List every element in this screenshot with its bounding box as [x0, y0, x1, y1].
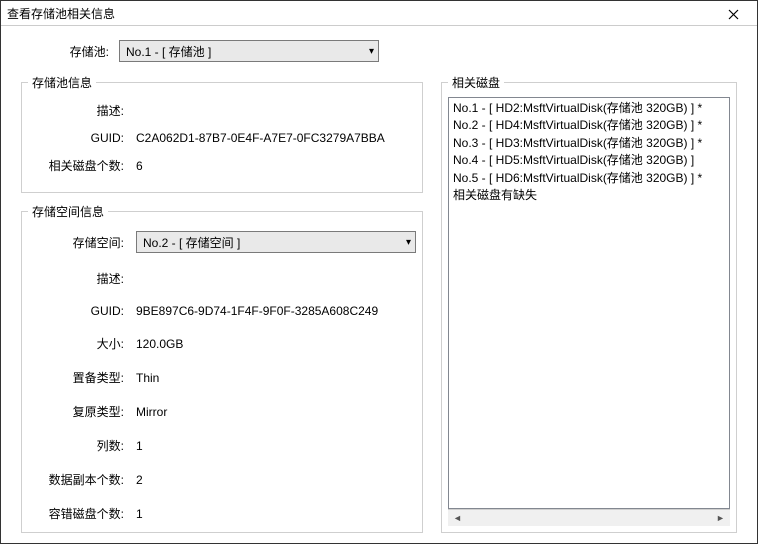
pool-guid-row: GUID: C2A062D1-87B7-0E4F-A7E7-0FC3279A7B… — [28, 131, 416, 145]
space-guid-value: 9BE897C6-9D74-1F4F-9F0F-3285A608C249 — [136, 304, 416, 318]
space-combo[interactable]: No.2 - [ 存储空间 ] ▾ — [136, 231, 416, 253]
space-size-row: 大小: 120.0GB — [28, 335, 416, 352]
pool-desc-row: 描述: — [28, 102, 416, 119]
list-item[interactable]: No.3 - [ HD3:MsftVirtualDisk(存储池 320GB) … — [453, 135, 725, 152]
pool-diskcount-label: 相关磁盘个数: — [28, 157, 136, 174]
space-info-legend: 存储空间信息 — [28, 203, 108, 220]
chevron-down-icon: ▾ — [369, 46, 374, 57]
pool-guid-value: C2A062D1-87B7-0E4F-A7E7-0FC3279A7BBA — [136, 131, 416, 145]
space-copies-row: 数据副本个数: 2 — [28, 471, 416, 488]
disks-footer-note: 相关磁盘有缺失 — [453, 187, 725, 204]
space-combo-value: No.2 - [ 存储空间 ] — [143, 234, 240, 251]
window-title: 查看存储池相关信息 — [7, 5, 115, 22]
space-provision-value: Thin — [136, 371, 416, 385]
space-size-value: 120.0GB — [136, 337, 416, 351]
space-tolerance-value: 1 — [136, 507, 416, 521]
space-guid-row: GUID: 9BE897C6-9D74-1F4F-9F0F-3285A608C2… — [28, 304, 416, 318]
pool-diskcount-row: 相关磁盘个数: 6 — [28, 157, 416, 174]
dialog-body: 存储池: No.1 - [ 存储池 ] ▾ 存储池信息 描述: GUID: C2… — [1, 26, 757, 543]
disks-group: 相关磁盘 No.1 - [ HD2:MsftVirtualDisk(存储池 32… — [441, 74, 737, 533]
pool-selector-row: 存储池: No.1 - [ 存储池 ] ▾ — [21, 40, 737, 62]
space-columns-row: 列数: 1 — [28, 437, 416, 454]
pool-guid-label: GUID: — [28, 131, 136, 145]
space-columns-label: 列数: — [28, 437, 136, 454]
pool-combo[interactable]: No.1 - [ 存储池 ] ▾ — [119, 40, 379, 62]
horizontal-scrollbar[interactable]: ◄ ► — [448, 509, 730, 526]
space-provision-row: 置备类型: Thin — [28, 369, 416, 386]
pool-desc-label: 描述: — [28, 102, 136, 119]
left-column: 存储池信息 描述: GUID: C2A062D1-87B7-0E4F-A7E7-… — [21, 74, 423, 533]
space-resiliency-value: Mirror — [136, 405, 416, 419]
space-resiliency-label: 复原类型: — [28, 403, 136, 420]
space-columns-value: 1 — [136, 439, 416, 453]
space-tolerance-label: 容错磁盘个数: — [28, 505, 136, 522]
list-item[interactable]: No.1 - [ HD2:MsftVirtualDisk(存储池 320GB) … — [453, 100, 725, 117]
pool-info-group: 存储池信息 描述: GUID: C2A062D1-87B7-0E4F-A7E7-… — [21, 74, 423, 193]
list-item[interactable]: No.4 - [ HD5:MsftVirtualDisk(存储池 320GB) … — [453, 152, 725, 169]
space-info-group: 存储空间信息 存储空间: No.2 - [ 存储空间 ] ▾ 描述: — [21, 203, 423, 533]
scroll-left-arrow-icon[interactable]: ◄ — [450, 512, 465, 525]
chevron-down-icon: ▾ — [406, 237, 411, 248]
space-selector-label: 存储空间: — [28, 234, 136, 251]
scroll-right-arrow-icon[interactable]: ► — [713, 512, 728, 525]
close-icon — [728, 7, 739, 23]
space-tolerance-row: 容错磁盘个数: 1 — [28, 505, 416, 522]
close-button[interactable] — [713, 1, 753, 28]
space-copies-value: 2 — [136, 473, 416, 487]
space-copies-label: 数据副本个数: — [28, 471, 136, 488]
pool-selector-label: 存储池: — [25, 43, 119, 60]
content-columns: 存储池信息 描述: GUID: C2A062D1-87B7-0E4F-A7E7-… — [21, 74, 737, 533]
list-item[interactable]: No.2 - [ HD4:MsftVirtualDisk(存储池 320GB) … — [453, 117, 725, 134]
space-resiliency-row: 复原类型: Mirror — [28, 403, 416, 420]
space-desc-row: 描述: — [28, 270, 416, 287]
space-selector-row: 存储空间: No.2 - [ 存储空间 ] ▾ — [28, 231, 416, 253]
disks-listbox[interactable]: No.1 - [ HD2:MsftVirtualDisk(存储池 320GB) … — [448, 97, 730, 509]
list-item[interactable]: No.5 - [ HD6:MsftVirtualDisk(存储池 320GB) … — [453, 170, 725, 187]
space-desc-label: 描述: — [28, 270, 136, 287]
right-column: 相关磁盘 No.1 - [ HD2:MsftVirtualDisk(存储池 32… — [441, 74, 737, 533]
pool-combo-value: No.1 - [ 存储池 ] — [126, 43, 211, 60]
pool-diskcount-value: 6 — [136, 159, 416, 173]
space-guid-label: GUID: — [28, 304, 136, 318]
titlebar: 查看存储池相关信息 — [1, 1, 757, 26]
disks-legend: 相关磁盘 — [448, 74, 504, 91]
space-provision-label: 置备类型: — [28, 369, 136, 386]
dialog-window: 查看存储池相关信息 存储池: No.1 - [ 存储池 ] ▾ 存储池信息 描述… — [0, 0, 758, 544]
pool-info-legend: 存储池信息 — [28, 74, 96, 91]
space-size-label: 大小: — [28, 335, 136, 352]
